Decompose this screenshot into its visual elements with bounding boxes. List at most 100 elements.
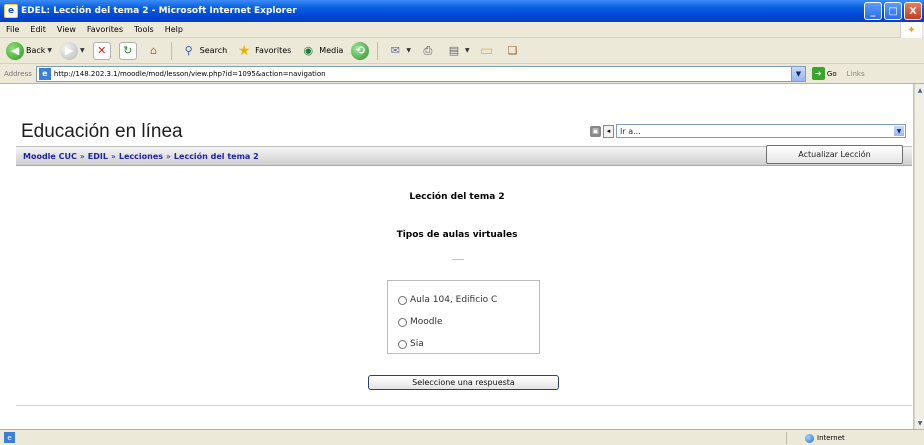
media-icon: ◉ — [303, 44, 314, 57]
submit-answer-button[interactable]: Seleccione una respuesta — [368, 375, 559, 390]
dropdown-arrow-icon: ▼ — [80, 47, 85, 54]
history-icon: ⟲ — [351, 41, 370, 60]
maximize-button[interactable]: □ — [884, 2, 902, 20]
stop-icon: ✕ — [92, 41, 111, 60]
back-label: Back — [26, 46, 46, 55]
window-title: EDEL: Lección del tema 2 - Microsoft Int… — [21, 6, 297, 16]
address-url: http://148.202.3.1/moodle/mod/lesson/vie… — [53, 69, 326, 78]
back-button[interactable]: ◀ Back ▼ — [4, 40, 54, 62]
go-button[interactable]: ➜ Go — [811, 67, 837, 80]
research-button[interactable]: ❏ — [502, 40, 524, 62]
question-text: Tipos de aulas virtuales — [396, 230, 518, 240]
address-dropdown-button[interactable]: ▼ — [790, 66, 805, 81]
favorites-label: Favorites — [255, 46, 292, 55]
print-button[interactable]: ⎙ — [417, 40, 439, 62]
site-title: Educación en línea — [21, 121, 183, 142]
ie-page-icon: e — [4, 4, 18, 18]
breadcrumb-link-lecciones[interactable]: Lecciones — [119, 152, 163, 161]
globe-icon — [805, 433, 814, 443]
toolbar-separator — [377, 41, 379, 60]
refresh-button[interactable]: ↻ — [117, 40, 139, 62]
radio-button[interactable] — [398, 317, 407, 327]
search-label: Search — [199, 46, 228, 55]
forward-arrow-icon: ▶ — [60, 41, 79, 60]
stop-button[interactable]: ✕ — [91, 40, 113, 62]
scroll-up-icon[interactable]: ▲ — [916, 85, 924, 95]
radio-button[interactable] — [398, 295, 407, 305]
page-content: Educación en línea ▣ ◂ Ir a... ▼ Moodle … — [0, 84, 914, 429]
vertical-scrollbar[interactable]: ▲ ▼ — [914, 84, 924, 429]
address-label: Address — [4, 69, 32, 78]
print-icon: ⎙ — [423, 43, 433, 57]
radio-button[interactable] — [398, 339, 407, 349]
forward-button[interactable]: ▶ ▼ — [58, 40, 87, 62]
research-icon: ❏ — [507, 44, 518, 57]
answer-label: Sia — [410, 339, 424, 349]
answer-label: Moodle — [410, 317, 443, 327]
folder-button[interactable]: ▭ — [476, 40, 498, 62]
divider — [452, 259, 464, 260]
back-arrow-icon: ◀ — [6, 41, 24, 60]
address-input[interactable]: e http://148.202.3.1/moodle/mod/lesson/v… — [35, 65, 806, 82]
minimize-button[interactable]: _ — [864, 2, 882, 20]
go-label: Go — [826, 69, 837, 78]
answer-option[interactable]: Moodle — [398, 311, 539, 333]
go-arrow-icon: ➜ — [811, 67, 825, 80]
media-label: Media — [319, 46, 344, 55]
answers-box: Aula 104, Edificio C Moodle Sia — [387, 280, 540, 354]
window-controls: _ □ X — [864, 2, 922, 20]
answer-label: Aula 104, Edificio C — [410, 295, 498, 305]
status-bar: e Internet — [0, 429, 924, 445]
lesson-icon: ▣ — [590, 125, 601, 137]
ie-page-icon: e — [38, 67, 51, 80]
previous-activity-button[interactable]: ◂ — [603, 124, 614, 138]
scroll-down-icon[interactable]: ▼ — [916, 418, 924, 428]
toolbar: ◀ Back ▼ ▶ ▼ ✕ ↻ ⌂ ⚲ Search ★ Favorites … — [0, 38, 924, 64]
home-icon: ⌂ — [150, 44, 158, 57]
windows-flag-icon: ✦ — [900, 22, 922, 38]
zone-label: Internet — [817, 434, 845, 442]
address-bar: Address e http://148.202.3.1/moodle/mod/… — [0, 64, 924, 84]
menu-favorites[interactable]: Favorites — [87, 25, 123, 34]
title-bar: e EDEL: Lección del tema 2 - Microsoft I… — [0, 0, 924, 22]
divider — [16, 405, 912, 406]
answer-option[interactable]: Sia — [398, 333, 539, 355]
chevron-down-icon: ▼ — [894, 126, 904, 136]
folder-icon: ▭ — [479, 42, 494, 59]
toolbar-separator — [170, 41, 172, 60]
breadcrumb-link-edil[interactable]: EDIL — [88, 152, 108, 161]
answer-option[interactable]: Aula 104, Edificio C — [398, 289, 539, 311]
page-status-icon: e — [4, 432, 15, 443]
search-button[interactable]: ⚲ Search — [178, 40, 229, 62]
menu-edit[interactable]: Edit — [30, 25, 46, 34]
dropdown-arrow-icon: ▼ — [47, 47, 53, 54]
history-button[interactable]: ⟲ — [349, 40, 371, 62]
jump-to-menu: ▣ ◂ Ir a... ▼ — [590, 124, 906, 138]
menu-bar: File Edit View Favorites Tools Help ✦ — [0, 22, 924, 38]
links-button[interactable]: Links — [847, 70, 865, 78]
menu-tools[interactable]: Tools — [134, 25, 154, 34]
media-button[interactable]: ◉ Media — [297, 40, 345, 62]
close-button[interactable]: X — [904, 2, 922, 20]
breadcrumb-current: Lección del tema 2 — [173, 151, 259, 161]
menu-file[interactable]: File — [6, 25, 19, 34]
favorites-button[interactable]: ★ Favorites — [233, 40, 293, 62]
edit-icon: ▤ — [448, 44, 460, 57]
jump-to-value: Ir a... — [620, 126, 641, 136]
search-icon: ⚲ — [184, 44, 193, 57]
mail-icon: ✉ — [390, 44, 400, 57]
jump-to-select[interactable]: Ir a... ▼ — [616, 124, 906, 138]
menu-view[interactable]: View — [57, 25, 76, 34]
star-icon: ★ — [237, 42, 251, 59]
security-zone: Internet — [786, 432, 845, 444]
menu-help[interactable]: Help — [165, 25, 183, 34]
mail-button[interactable]: ✉ ▼ — [384, 40, 413, 62]
home-button[interactable]: ⌂ — [143, 40, 165, 62]
refresh-icon: ↻ — [118, 41, 137, 60]
breadcrumb-link-moodle[interactable]: Moodle CUC — [23, 152, 77, 161]
lesson-title: Lección del tema 2 — [409, 192, 505, 202]
update-lesson-button[interactable]: Actualizar Lección — [766, 145, 903, 164]
breadcrumb-separator: » — [79, 151, 85, 161]
breadcrumb-separator: » — [166, 151, 171, 161]
edit-button[interactable]: ▤ ▼ — [443, 40, 472, 62]
